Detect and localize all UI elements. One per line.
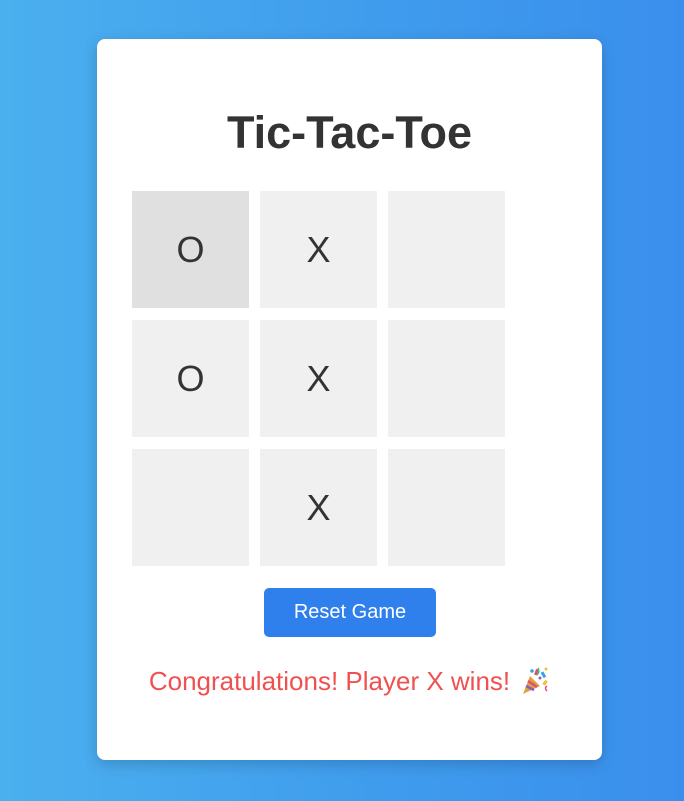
game-board: O X O X X [132, 191, 505, 566]
board-cell-8[interactable]: X [260, 449, 377, 566]
status-message: Congratulations! Player X wins! [97, 664, 602, 698]
party-popper-icon [520, 666, 550, 696]
board-cell-7[interactable] [132, 449, 249, 566]
board-cell-6[interactable] [388, 320, 505, 437]
board-cell-5[interactable]: X [260, 320, 377, 437]
board-cell-9[interactable] [388, 449, 505, 566]
board-cell-2[interactable]: X [260, 191, 377, 308]
board-cell-4[interactable]: O [132, 320, 249, 437]
game-card: Tic-Tac-Toe O X O X X Reset Game Congrat… [97, 39, 602, 760]
reset-game-button[interactable]: Reset Game [264, 588, 436, 637]
board-cell-3[interactable] [388, 191, 505, 308]
board-cell-1[interactable]: O [132, 191, 249, 308]
page-title: Tic-Tac-Toe [226, 107, 473, 158]
status-text: Congratulations! Player X wins! [148, 666, 511, 696]
